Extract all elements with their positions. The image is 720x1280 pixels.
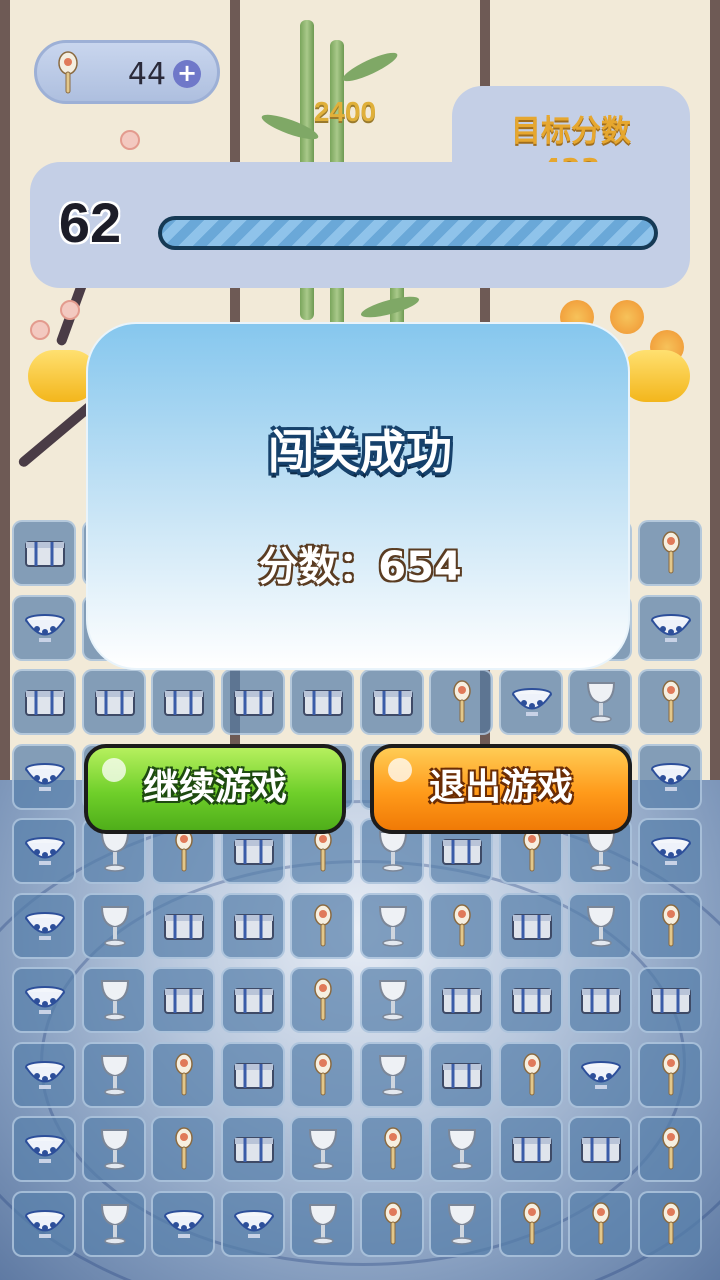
continue-game-button[interactable]: 继续游戏 [84,744,346,834]
continue-game-label: 继续游戏 [142,767,287,808]
score-value: 654 [378,544,462,590]
exit-game-label: 退出游戏 [428,767,573,808]
final-score: 分数：654 [88,534,632,592]
exit-game-button[interactable]: 退出游戏 [370,744,632,834]
success-overlay: 闯关成功 分数：654 继续游戏 退出游戏 [0,0,720,1280]
success-dialog: 闯关成功 分数：654 [86,322,630,670]
score-label: 分数： [258,544,379,590]
dialog-title: 闯关成功 [268,425,452,479]
